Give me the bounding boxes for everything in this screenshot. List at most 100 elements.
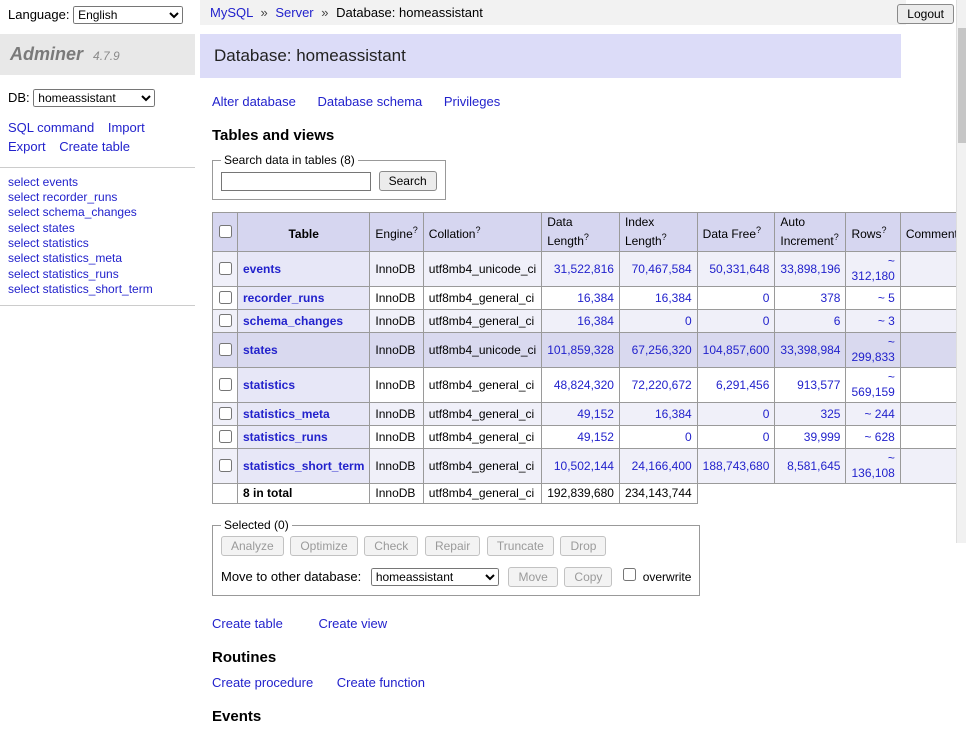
sidebar-item-select-recorder-runs[interactable]: select recorder_runs: [8, 190, 187, 205]
cell-index-length-link[interactable]: 72,220,672: [632, 378, 692, 392]
column-header-collation[interactable]: Collation?: [423, 213, 541, 252]
row-checkbox[interactable]: [219, 343, 232, 356]
breadcrumb-server-link[interactable]: Server: [275, 5, 313, 20]
row-checkbox[interactable]: [219, 378, 232, 391]
cell-data-length-link[interactable]: 49,152: [577, 430, 614, 444]
cell-rows-link[interactable]: ~ 5: [878, 291, 895, 305]
table-name-link[interactable]: events: [243, 262, 281, 276]
create-table-link[interactable]: Create table: [212, 616, 283, 631]
sidebar-item-select-statistics-short-term[interactable]: select statistics_short_term: [8, 282, 187, 297]
cell-data-free-link[interactable]: 50,331,648: [709, 262, 769, 276]
cell-data-free-link[interactable]: 104,857,600: [703, 343, 770, 357]
cell-auto-increment-link[interactable]: 325: [820, 407, 840, 421]
cell-rows-link[interactable]: ~ 136,108: [851, 451, 894, 480]
sidebar-item-select-statistics-meta[interactable]: select statistics_meta: [8, 251, 187, 266]
column-header-engine[interactable]: Engine?: [370, 213, 423, 252]
table-name-link[interactable]: statistics_short_term: [243, 459, 364, 473]
cell-data-length-link[interactable]: 31,522,816: [554, 262, 614, 276]
cell-data-length-link[interactable]: 16,384: [577, 291, 614, 305]
cell-rows-link[interactable]: ~ 244: [864, 407, 894, 421]
cell-auto-increment-link[interactable]: 378: [820, 291, 840, 305]
cell-auto-increment-link[interactable]: 39,999: [804, 430, 841, 444]
check-button[interactable]: Check: [364, 536, 418, 556]
alter-database-link[interactable]: Alter database: [212, 94, 296, 109]
row-checkbox[interactable]: [219, 291, 232, 304]
cell-data-length-link[interactable]: 16,384: [577, 314, 614, 328]
row-checkbox[interactable]: [219, 430, 232, 443]
cell-auto-increment-link[interactable]: 33,898,196: [780, 262, 840, 276]
db-select[interactable]: homeassistant: [33, 89, 155, 107]
cell-rows-link[interactable]: ~ 3: [878, 314, 895, 328]
column-header-data-free[interactable]: Data Free?: [697, 213, 775, 252]
cell-rows-link[interactable]: ~ 299,833: [851, 335, 894, 364]
cell-data-free-link[interactable]: 0: [763, 314, 770, 328]
create-function-link[interactable]: Create function: [337, 675, 425, 690]
cell-auto-increment-link[interactable]: 8,581,645: [787, 459, 840, 473]
table-name-link[interactable]: statistics_runs: [243, 430, 328, 444]
language-select[interactable]: English: [73, 6, 183, 24]
sidebar-item-select-statistics[interactable]: select statistics: [8, 236, 187, 251]
sidebar-link-import[interactable]: Import: [108, 120, 145, 135]
database-schema-link[interactable]: Database schema: [317, 94, 422, 109]
optimize-button[interactable]: Optimize: [290, 536, 357, 556]
cell-data-free-link[interactable]: 0: [763, 407, 770, 421]
row-checkbox[interactable]: [219, 407, 232, 420]
cell-index-length-link[interactable]: 67,256,320: [632, 343, 692, 357]
analyze-button[interactable]: Analyze: [221, 536, 284, 556]
table-name-link[interactable]: statistics_meta: [243, 407, 330, 421]
truncate-button[interactable]: Truncate: [487, 536, 554, 556]
select-all-checkbox[interactable]: [219, 225, 232, 238]
sidebar-item-select-statistics-runs[interactable]: select statistics_runs: [8, 267, 187, 282]
cell-data-free-link[interactable]: 0: [763, 291, 770, 305]
row-checkbox[interactable]: [219, 459, 232, 472]
row-checkbox[interactable]: [219, 262, 232, 275]
row-checkbox[interactable]: [219, 314, 232, 327]
table-name-link[interactable]: statistics: [243, 378, 295, 392]
cell-index-length-link[interactable]: 16,384: [655, 407, 692, 421]
column-header-data-length[interactable]: Data Length?: [542, 213, 620, 252]
cell-rows-link[interactable]: ~ 312,180: [851, 254, 894, 283]
drop-button[interactable]: Drop: [560, 536, 606, 556]
table-name-link[interactable]: states: [243, 343, 278, 357]
table-name-link[interactable]: recorder_runs: [243, 291, 324, 305]
column-header-rows[interactable]: Rows?: [846, 213, 900, 252]
column-header-table[interactable]: Table: [238, 213, 370, 252]
repair-button[interactable]: Repair: [425, 536, 480, 556]
cell-data-free-link[interactable]: 6,291,456: [716, 378, 769, 392]
sidebar-link-sql-command[interactable]: SQL command: [8, 120, 94, 135]
cell-index-length-link[interactable]: 24,166,400: [632, 459, 692, 473]
sidebar-link-create-table[interactable]: Create table: [59, 139, 130, 154]
cell-data-length-link[interactable]: 48,824,320: [554, 378, 614, 392]
column-header-index-length[interactable]: Index Length?: [619, 213, 697, 252]
cell-data-free-link[interactable]: 188,743,680: [703, 459, 770, 473]
search-input[interactable]: [221, 172, 371, 191]
column-header-auto-increment[interactable]: Auto Increment?: [775, 213, 846, 252]
cell-data-length-link[interactable]: 49,152: [577, 407, 614, 421]
search-button[interactable]: Search: [379, 171, 437, 191]
cell-index-length-link[interactable]: 0: [685, 314, 692, 328]
cell-data-length-link[interactable]: 101,859,328: [547, 343, 614, 357]
vertical-scrollbar[interactable]: [956, 0, 966, 543]
breadcrumb-mysql-link[interactable]: MySQL: [210, 5, 253, 20]
scrollbar-thumb[interactable]: [958, 28, 966, 143]
cell-index-length-link[interactable]: 16,384: [655, 291, 692, 305]
cell-rows-link[interactable]: ~ 569,159: [851, 370, 894, 399]
privileges-link[interactable]: Privileges: [444, 94, 500, 109]
table-name-link[interactable]: schema_changes: [243, 314, 343, 328]
overwrite-checkbox[interactable]: [623, 568, 636, 581]
sidebar-item-select-events[interactable]: select events: [8, 175, 187, 190]
cell-index-length-link[interactable]: 70,467,584: [632, 262, 692, 276]
cell-rows-link[interactable]: ~ 628: [864, 430, 894, 444]
move-database-select[interactable]: homeassistant: [371, 568, 499, 586]
cell-data-free-link[interactable]: 0: [763, 430, 770, 444]
cell-data-length-link[interactable]: 10,502,144: [554, 459, 614, 473]
create-view-link[interactable]: Create view: [318, 616, 387, 631]
cell-auto-increment-link[interactable]: 913,577: [797, 378, 840, 392]
copy-button[interactable]: Copy: [564, 567, 612, 587]
sidebar-item-select-schema-changes[interactable]: select schema_changes: [8, 205, 187, 220]
cell-index-length-link[interactable]: 0: [685, 430, 692, 444]
sidebar-item-select-states[interactable]: select states: [8, 221, 187, 236]
move-button[interactable]: Move: [508, 567, 557, 587]
sidebar-link-export[interactable]: Export: [8, 139, 46, 154]
create-procedure-link[interactable]: Create procedure: [212, 675, 313, 690]
